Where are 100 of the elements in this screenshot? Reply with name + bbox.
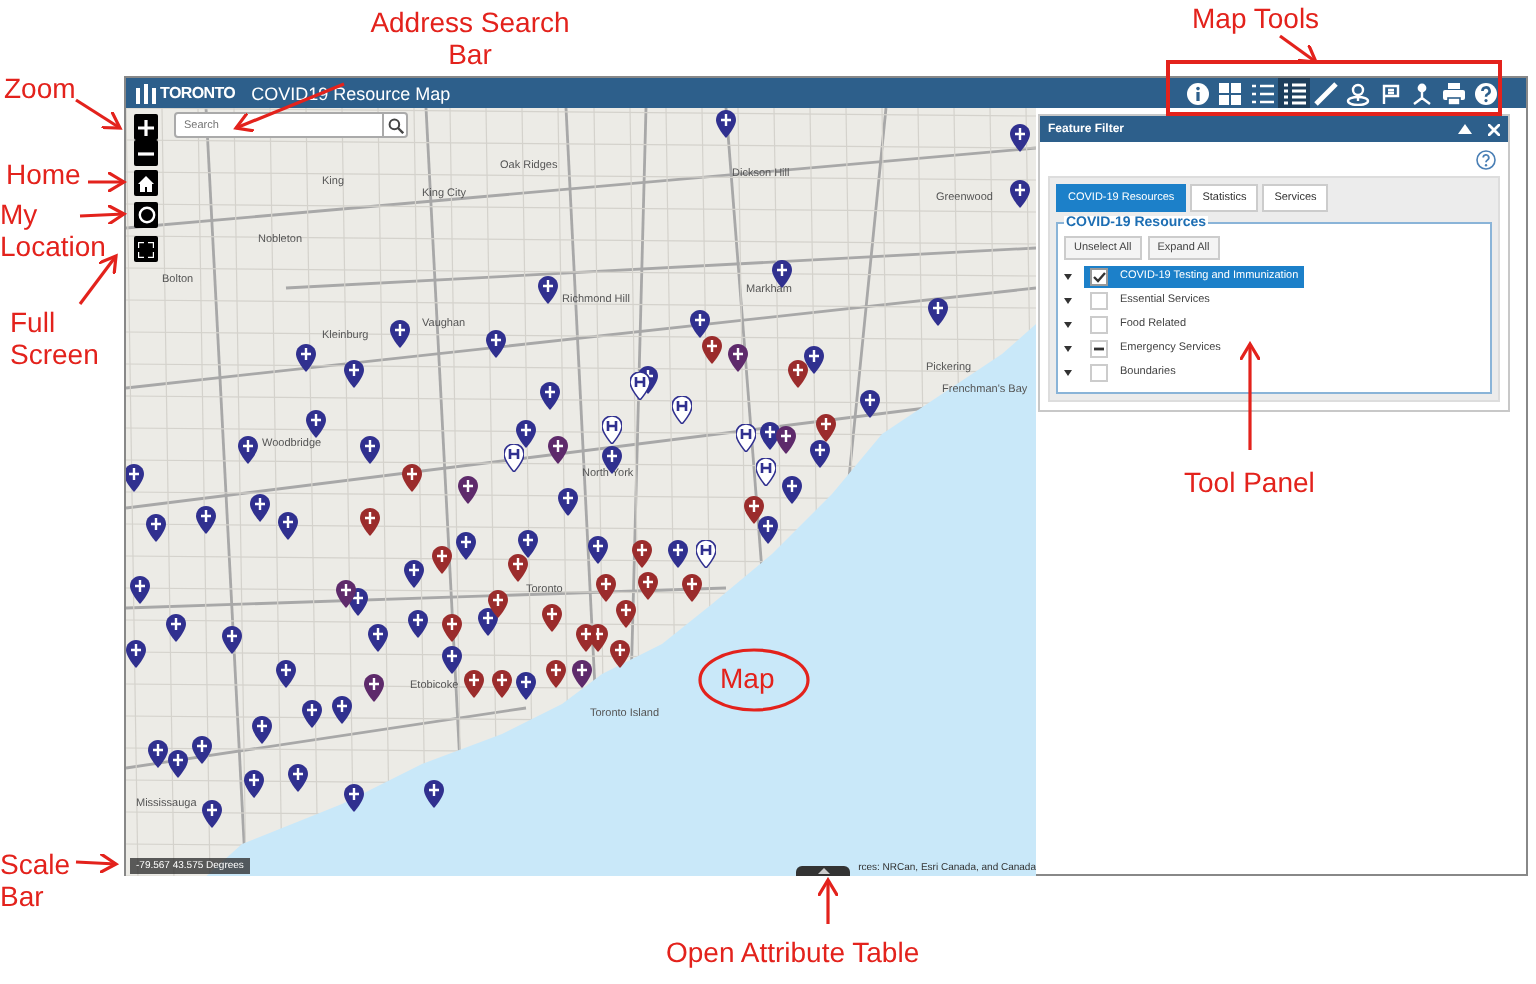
home-button[interactable] xyxy=(134,170,158,196)
map-marker-icon[interactable] xyxy=(424,780,444,808)
map-marker-icon[interactable] xyxy=(758,516,778,544)
caret-down-icon[interactable] xyxy=(1064,273,1072,279)
map-marker-icon[interactable] xyxy=(638,572,658,600)
map-marker-icon[interactable] xyxy=(1010,124,1030,152)
map-marker-icon[interactable] xyxy=(702,336,722,364)
map-marker-icon[interactable] xyxy=(250,494,270,522)
map-marker-icon[interactable] xyxy=(518,530,538,558)
map-tool-button[interactable] xyxy=(1182,78,1214,108)
collapse-button[interactable] xyxy=(1458,124,1472,134)
map-marker-icon[interactable] xyxy=(404,560,424,588)
zoom-in-button[interactable] xyxy=(134,114,158,140)
map-marker-icon[interactable] xyxy=(166,614,186,642)
map-marker-icon[interactable] xyxy=(126,464,144,492)
checkbox[interactable] xyxy=(1090,291,1108,309)
map-tool-button[interactable] xyxy=(1278,78,1310,108)
map-marker-icon[interactable] xyxy=(542,604,562,632)
map-marker-icon[interactable] xyxy=(192,736,212,764)
map-marker-icon[interactable] xyxy=(690,310,710,338)
map-marker-icon[interactable] xyxy=(332,696,352,724)
map-marker-icon[interactable] xyxy=(344,360,364,388)
map-marker-icon[interactable] xyxy=(244,770,264,798)
map-marker-icon[interactable] xyxy=(682,574,702,602)
map-marker-icon[interactable] xyxy=(278,512,298,540)
map-marker-icon[interactable] xyxy=(478,608,498,636)
map-marker-icon[interactable] xyxy=(810,440,830,468)
map-marker-icon[interactable] xyxy=(288,764,308,792)
map-marker-icon[interactable] xyxy=(402,464,422,492)
caret-down-icon[interactable] xyxy=(1064,345,1072,351)
map-marker-icon[interactable] xyxy=(146,514,166,542)
hospital-marker-icon[interactable] xyxy=(756,458,776,486)
map-marker-icon[interactable] xyxy=(360,436,380,464)
map-marker-icon[interactable] xyxy=(306,410,326,438)
map-marker-icon[interactable] xyxy=(276,660,296,688)
my-location-button[interactable] xyxy=(134,202,158,228)
checkbox[interactable] xyxy=(1090,339,1108,357)
map-marker-icon[interactable] xyxy=(744,496,764,524)
map-marker-icon[interactable] xyxy=(548,436,568,464)
help-icon[interactable] xyxy=(1476,150,1496,170)
map-marker-icon[interactable] xyxy=(492,670,512,698)
map-marker-icon[interactable] xyxy=(728,344,748,372)
map-marker-icon[interactable] xyxy=(238,436,258,464)
map-marker-icon[interactable] xyxy=(168,750,188,778)
map-marker-icon[interactable] xyxy=(816,414,836,442)
full-screen-button[interactable] xyxy=(134,236,158,262)
hospital-marker-icon[interactable] xyxy=(602,416,622,444)
map-marker-icon[interactable] xyxy=(516,672,536,700)
map-marker-icon[interactable] xyxy=(456,532,476,560)
hospital-marker-icon[interactable] xyxy=(696,540,716,568)
map-marker-icon[interactable] xyxy=(368,624,388,652)
checkbox[interactable] xyxy=(1090,363,1108,381)
hospital-marker-icon[interactable] xyxy=(504,444,524,472)
map-marker-icon[interactable] xyxy=(540,382,560,410)
map-marker-icon[interactable] xyxy=(364,674,384,702)
map-marker-icon[interactable] xyxy=(360,508,380,536)
map-marker-icon[interactable] xyxy=(390,320,410,348)
map-marker-icon[interactable] xyxy=(610,640,630,668)
map-marker-icon[interactable] xyxy=(130,576,150,604)
map-marker-icon[interactable] xyxy=(632,540,652,568)
map-marker-icon[interactable] xyxy=(772,260,792,288)
checkbox[interactable] xyxy=(1090,267,1108,285)
map-marker-icon[interactable] xyxy=(148,740,168,768)
map-marker-icon[interactable] xyxy=(202,800,222,828)
map-marker-icon[interactable] xyxy=(126,640,146,668)
map-marker-icon[interactable] xyxy=(1010,180,1030,208)
hospital-marker-icon[interactable] xyxy=(736,424,756,452)
caret-down-icon[interactable] xyxy=(1064,297,1072,303)
map-marker-icon[interactable] xyxy=(572,660,592,688)
map-marker-icon[interactable] xyxy=(296,344,316,372)
map-marker-icon[interactable] xyxy=(442,646,462,674)
map-tool-button[interactable] xyxy=(1342,78,1374,108)
map-marker-icon[interactable] xyxy=(344,784,364,812)
map-marker-icon[interactable] xyxy=(408,610,428,638)
map-tool-button[interactable] xyxy=(1214,78,1246,108)
map-marker-icon[interactable] xyxy=(302,700,322,728)
map-marker-icon[interactable] xyxy=(336,580,356,608)
map-marker-icon[interactable] xyxy=(458,476,478,504)
hospital-marker-icon[interactable] xyxy=(630,372,650,400)
zoom-out-button[interactable] xyxy=(134,140,158,166)
map-tool-button[interactable] xyxy=(1310,78,1342,108)
map-marker-icon[interactable] xyxy=(668,540,688,568)
map-marker-icon[interactable] xyxy=(222,626,242,654)
map-marker-icon[interactable] xyxy=(516,420,536,448)
map-marker-icon[interactable] xyxy=(486,330,506,358)
search-button[interactable] xyxy=(384,112,408,138)
map-marker-icon[interactable] xyxy=(442,614,462,642)
map-marker-icon[interactable] xyxy=(788,360,808,388)
map-marker-icon[interactable] xyxy=(252,716,272,744)
map-marker-icon[interactable] xyxy=(588,536,608,564)
map-marker-icon[interactable] xyxy=(596,574,616,602)
hospital-marker-icon[interactable] xyxy=(672,396,692,424)
map-marker-icon[interactable] xyxy=(804,346,824,374)
map-marker-icon[interactable] xyxy=(196,506,216,534)
map-marker-icon[interactable] xyxy=(558,488,578,516)
map-marker-icon[interactable] xyxy=(616,600,636,628)
attribute-table-toggle[interactable] xyxy=(796,866,850,876)
map-marker-icon[interactable] xyxy=(716,110,736,138)
map-marker-icon[interactable] xyxy=(432,546,452,574)
map-marker-icon[interactable] xyxy=(508,554,528,582)
